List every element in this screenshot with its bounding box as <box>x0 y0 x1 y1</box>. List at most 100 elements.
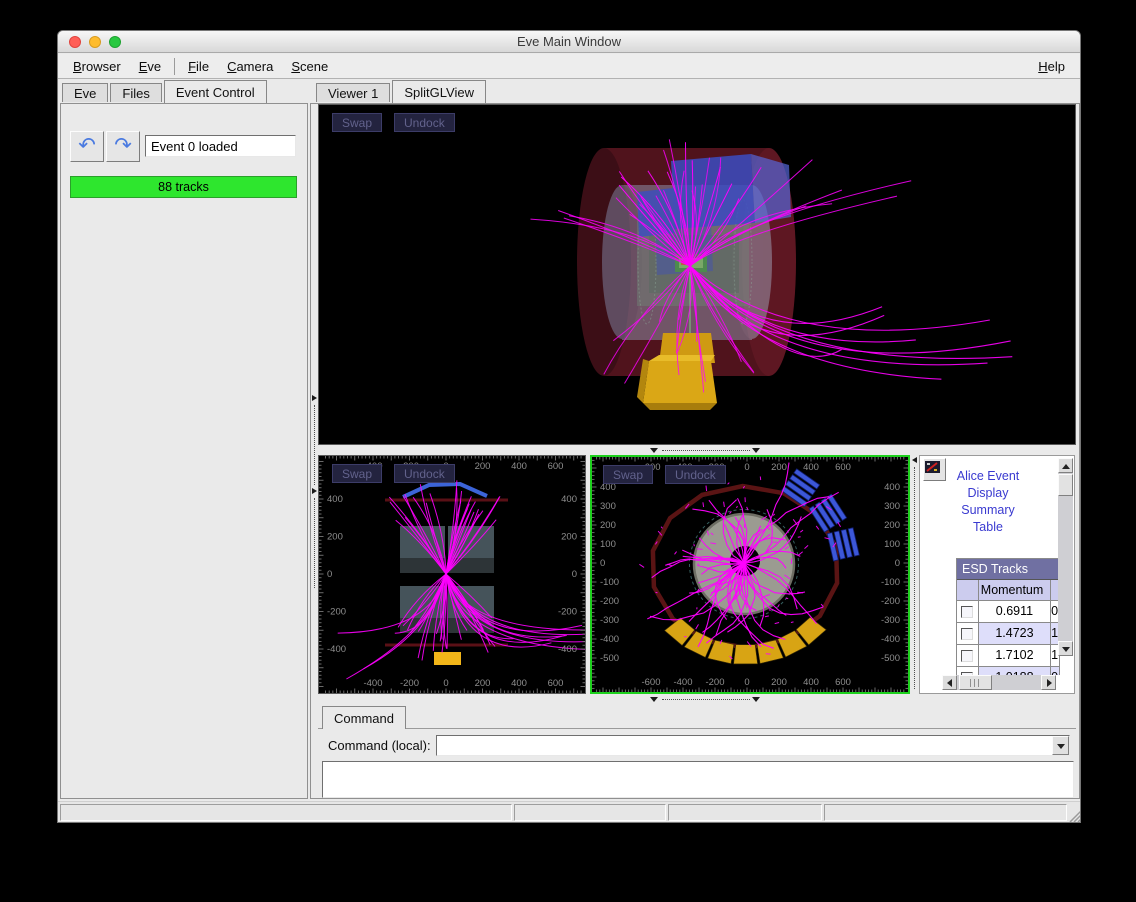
right-arrow-icon <box>1047 679 1052 687</box>
menu-item-camera[interactable]: Camera <box>218 57 282 76</box>
tracks-count-badge: 88 tracks <box>70 176 297 198</box>
left-arrow-icon <box>947 679 952 687</box>
viewer-tab-splitglview[interactable]: SplitGLView <box>392 80 486 103</box>
command-prompt-label: Command (local): <box>328 738 431 753</box>
window-title: Eve Main Window <box>58 34 1080 49</box>
horizontal-splitter-top[interactable] <box>318 446 1076 455</box>
summary-title-line: Summary <box>920 502 1056 519</box>
previous-event-button[interactable]: ↶ <box>70 131 104 162</box>
dropdown-arrow-icon <box>1057 744 1065 749</box>
left-splitter[interactable] <box>311 104 318 694</box>
scroll-down-button[interactable] <box>1058 641 1073 656</box>
svg-text:0: 0 <box>744 462 749 473</box>
next-event-button[interactable]: ↷ <box>106 131 140 162</box>
undock-button[interactable]: Undock <box>394 113 455 132</box>
svg-text:0: 0 <box>895 558 900 569</box>
splitter-arrow-icon[interactable] <box>650 697 658 702</box>
splitter-arrow-icon[interactable] <box>312 488 317 494</box>
swap-button[interactable]: Swap <box>603 465 653 484</box>
splitter-dots <box>314 405 315 485</box>
svg-text:-300: -300 <box>881 615 900 626</box>
splitter-dots <box>314 498 315 588</box>
svg-text:-300: -300 <box>600 615 619 626</box>
titlebar[interactable]: Eve Main Window <box>58 31 1080 53</box>
svg-text:-500: -500 <box>600 653 619 664</box>
row-select-cell[interactable] <box>957 667 979 675</box>
svg-text:-400: -400 <box>600 634 619 645</box>
svg-text:-200: -200 <box>327 607 346 618</box>
svg-text:-200: -200 <box>705 677 724 688</box>
tab-command[interactable]: Command <box>322 706 406 729</box>
menu-item-help[interactable]: Help <box>1029 57 1074 76</box>
svg-text:200: 200 <box>771 677 787 688</box>
row-checkbox[interactable] <box>961 650 973 662</box>
viewer-area: Swap Undock <box>310 103 1080 799</box>
undock-button[interactable]: Undock <box>394 464 455 483</box>
trd-arc <box>403 484 487 497</box>
summary-vscroll-thumb[interactable] <box>1058 474 1073 496</box>
svg-text:-400: -400 <box>363 678 382 689</box>
event-control-panel: ↶ ↷ 88 tracks <box>60 103 308 799</box>
svg-text:200: 200 <box>771 462 787 473</box>
svg-text:300: 300 <box>884 501 900 512</box>
row-select-cell[interactable] <box>957 623 979 645</box>
svg-text:200: 200 <box>475 678 491 689</box>
esd-tracks-table: ESD Tracks Momentum 0.691101.472311.7102… <box>956 558 1060 675</box>
gl-viewer-rphi[interactable]: -600-600-400-400-200-2000020020040040060… <box>590 455 910 694</box>
sidebar-tab-files[interactable]: Files <box>110 83 161 102</box>
splitter-arrow-icon[interactable] <box>650 448 658 453</box>
momentum-cell: 0.6911 <box>979 601 1051 623</box>
swap-button[interactable]: Swap <box>332 113 382 132</box>
command-tab-separator <box>318 728 1076 729</box>
svg-text:-100: -100 <box>600 577 619 588</box>
undock-button[interactable]: Undock <box>665 465 726 484</box>
summary-title-line: Table <box>920 519 1056 536</box>
resize-grip[interactable] <box>1066 807 1081 822</box>
svg-text:600: 600 <box>835 677 851 688</box>
row-select-cell[interactable] <box>957 601 979 623</box>
summary-panel: Alice Event Display Summary Table ESD Tr… <box>919 455 1075 694</box>
menu-item-scene[interactable]: Scene <box>282 57 337 76</box>
scroll-left-button[interactable] <box>942 675 957 690</box>
right-splitter[interactable] <box>911 455 919 694</box>
event-status-field[interactable] <box>145 135 296 157</box>
splitter-arrow-icon[interactable] <box>752 697 760 702</box>
svg-text:400: 400 <box>803 677 819 688</box>
sidebar-tabs: EveFilesEvent Control <box>62 80 269 102</box>
summary-hscroll-thumb[interactable] <box>959 675 992 690</box>
command-output[interactable] <box>322 761 1074 798</box>
scroll-up-button[interactable] <box>1058 458 1073 473</box>
menu-item-file[interactable]: File <box>179 57 218 76</box>
splitter-arrow-icon[interactable] <box>912 457 917 463</box>
rhoz-projection: -400-400-200-200002002004004006006004004… <box>319 456 585 693</box>
row-select-cell[interactable] <box>957 645 979 667</box>
svg-text:300: 300 <box>600 501 616 512</box>
menu-item-browser[interactable]: Browser <box>64 57 130 76</box>
horizontal-splitter-bottom[interactable] <box>318 694 1076 705</box>
splitter-arrow-icon[interactable] <box>312 395 317 401</box>
row-checkbox[interactable] <box>961 628 973 640</box>
swap-button[interactable]: Swap <box>332 464 382 483</box>
gl-viewer-3d[interactable]: Swap Undock <box>318 104 1076 445</box>
table-row: 1.47231 <box>957 623 1060 645</box>
splitter-arrow-icon[interactable] <box>752 448 760 453</box>
momentum-cell: 1.4723 <box>979 623 1051 645</box>
momentum-column-header[interactable]: Momentum <box>979 580 1051 601</box>
menubar-left: BrowserEve FileCameraScene <box>64 57 337 76</box>
svg-text:-600: -600 <box>641 677 660 688</box>
sidebar-tab-event-control[interactable]: Event Control <box>164 80 267 103</box>
status-cell <box>60 804 512 821</box>
command-dropdown-button[interactable] <box>1052 736 1069 755</box>
sidebar-tab-eve[interactable]: Eve <box>62 83 108 102</box>
viewer-tab-viewer-1[interactable]: Viewer 1 <box>316 83 390 102</box>
clipped-cell: 0 <box>1051 667 1060 675</box>
menu-item-eve[interactable]: Eve <box>130 57 170 76</box>
scroll-right-button[interactable] <box>1041 675 1056 690</box>
svg-text:400: 400 <box>561 494 577 505</box>
command-combobox <box>436 735 1070 756</box>
row-checkbox[interactable] <box>961 606 973 618</box>
svg-text:400: 400 <box>884 482 900 493</box>
svg-text:-200: -200 <box>600 596 619 607</box>
command-input[interactable] <box>437 736 1051 755</box>
gl-viewer-rhoz[interactable]: -400-400-200-200002002004004006006004004… <box>318 455 586 694</box>
